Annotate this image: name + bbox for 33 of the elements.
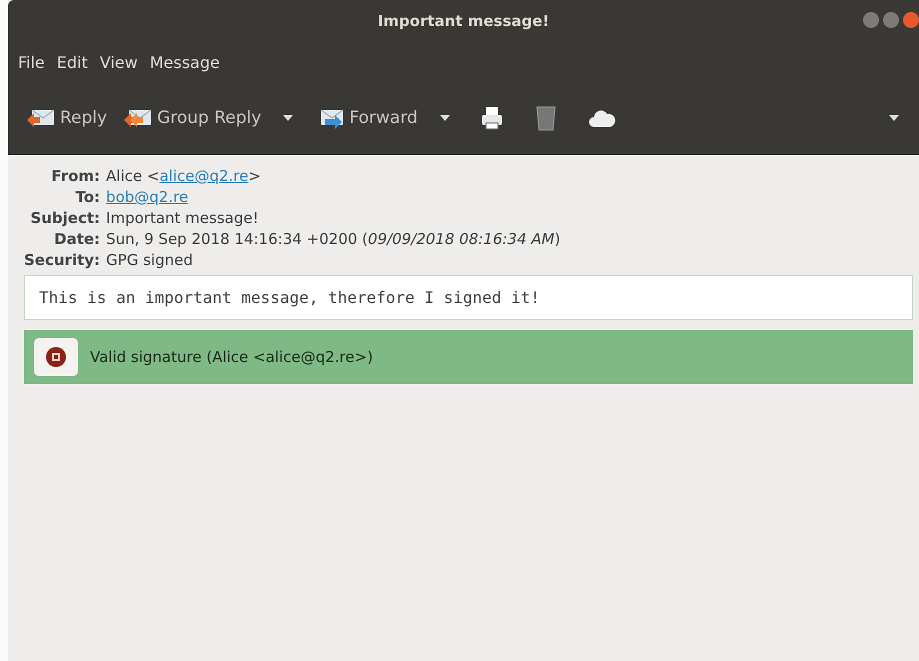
header-value: Important message!: [106, 209, 259, 227]
minimize-button[interactable]: [863, 12, 879, 28]
forward-button[interactable]: Forward: [307, 103, 426, 133]
close-button[interactable]: [903, 12, 919, 28]
menu-item[interactable]: Message: [144, 52, 226, 72]
email-link[interactable]: bob@q2.re: [106, 188, 188, 206]
maximize-button[interactable]: [883, 12, 899, 28]
header-value: >: [248, 167, 261, 185]
menu-item[interactable]: Edit: [50, 52, 94, 72]
group-reply-button[interactable]: Group Reply: [115, 103, 270, 133]
header-label: To:: [74, 188, 100, 206]
signature-status: Valid signature (Alice <alice@q2.re>): [90, 348, 373, 366]
caret-icon: [283, 115, 294, 121]
envelope-arrow-icon: [123, 107, 154, 129]
header-label: From:: [50, 167, 100, 185]
header-value: Alice <: [106, 167, 160, 185]
header-value: GPG signed: [106, 251, 193, 269]
envelope-arrow-icon: [26, 107, 56, 129]
header-label: Subject:: [29, 209, 100, 227]
email-link[interactable]: alice@q2.re: [159, 167, 248, 185]
menu-item[interactable]: File: [12, 52, 51, 72]
printer-icon: [480, 106, 504, 130]
header-label: Security:: [24, 251, 100, 269]
seal-icon: [34, 338, 78, 376]
menu-item[interactable]: View: [94, 52, 144, 72]
header-value: Sun, 9 Sep 2018 14:16:34 +0200 (09/09/2018 08:16:34 AM): [106, 230, 560, 248]
caret-icon: [889, 115, 899, 121]
reply-button[interactable]: Reply: [18, 103, 116, 133]
trash-icon: [536, 105, 556, 131]
window-title: Important message!: [378, 12, 550, 30]
caret-icon: [440, 115, 450, 121]
message-body: This is an important message, therefore I signed it!: [24, 275, 913, 320]
header-label: Date:: [53, 230, 100, 248]
